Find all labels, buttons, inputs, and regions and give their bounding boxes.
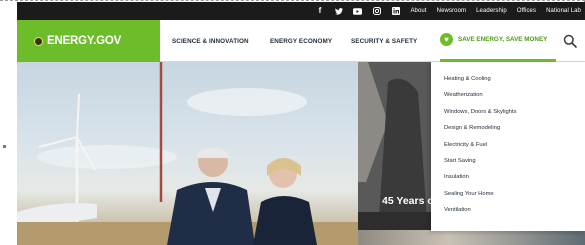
youtube-icon[interactable] [353,7,363,16]
hero-caption[interactable]: 45 Years o [382,195,434,207]
doe-seal-icon [34,36,43,46]
social-links: f [315,7,400,16]
link-leadership[interactable]: Leadership [476,8,507,14]
nav-security-safety[interactable]: SECURITY & SAFETY [351,38,417,45]
link-about[interactable]: About [410,8,426,14]
dropdown-item-windows-doors-skylights[interactable]: Windows, Doors & Skylights [431,104,585,120]
dropdown-item-electricity-fuel[interactable]: Electricity & Fuel [431,137,585,153]
instagram-icon[interactable] [372,7,381,16]
dropdown-item-start-saving[interactable]: Start Saving [431,153,585,169]
dropdown-item-design-remodeling[interactable]: Design & Remodeling [431,120,585,136]
dropdown-item-ventilation[interactable]: Ventilation [431,202,585,218]
main-nav: ENERGY.GOV SCIENCE & INNOVATION ENERGY E… [17,20,585,62]
link-offices[interactable]: Offices [517,8,536,14]
hero-photo-illustration [17,62,358,245]
page-marker [3,145,6,148]
nav-save-energy-label: SAVE ENERGY, SAVE MONEY [458,36,548,43]
utility-bar: f About Newsroom Leadership Offices Nati… [17,2,585,20]
lightbulb-icon: ♥ [440,33,453,46]
hero-image[interactable] [17,62,358,245]
search-icon[interactable] [563,34,577,48]
link-newsroom[interactable]: Newsroom [437,8,466,14]
nav-save-energy[interactable]: ♥ SAVE ENERGY, SAVE MONEY [440,20,556,62]
dropdown-item-weatherization[interactable]: Weatherization [431,87,585,103]
linkedin-icon[interactable] [391,7,400,16]
dropdown-item-sealing-your-home[interactable]: Sealing Your Home [431,186,585,202]
nav-energy-economy[interactable]: ENERGY ECONOMY [270,38,332,45]
utility-links: About Newsroom Leadership Offices Nation… [410,8,581,14]
logo-text: ENERGY.GOV [47,35,122,47]
site-logo[interactable]: ENERGY.GOV [17,20,160,62]
dropdown-item-heating-cooling[interactable]: Heating & Cooling [431,71,585,87]
link-national-labs[interactable]: National Lab [546,8,581,14]
dropdown-item-insulation[interactable]: Insulation [431,169,585,185]
nav-science-innovation[interactable]: SCIENCE & INNOVATION [172,38,249,45]
hero-bottom-strip [358,230,585,245]
save-energy-dropdown: Heating & Cooling Weatherization Windows… [431,62,585,231]
twitter-icon[interactable] [334,7,343,16]
facebook-icon[interactable]: f [315,7,324,16]
